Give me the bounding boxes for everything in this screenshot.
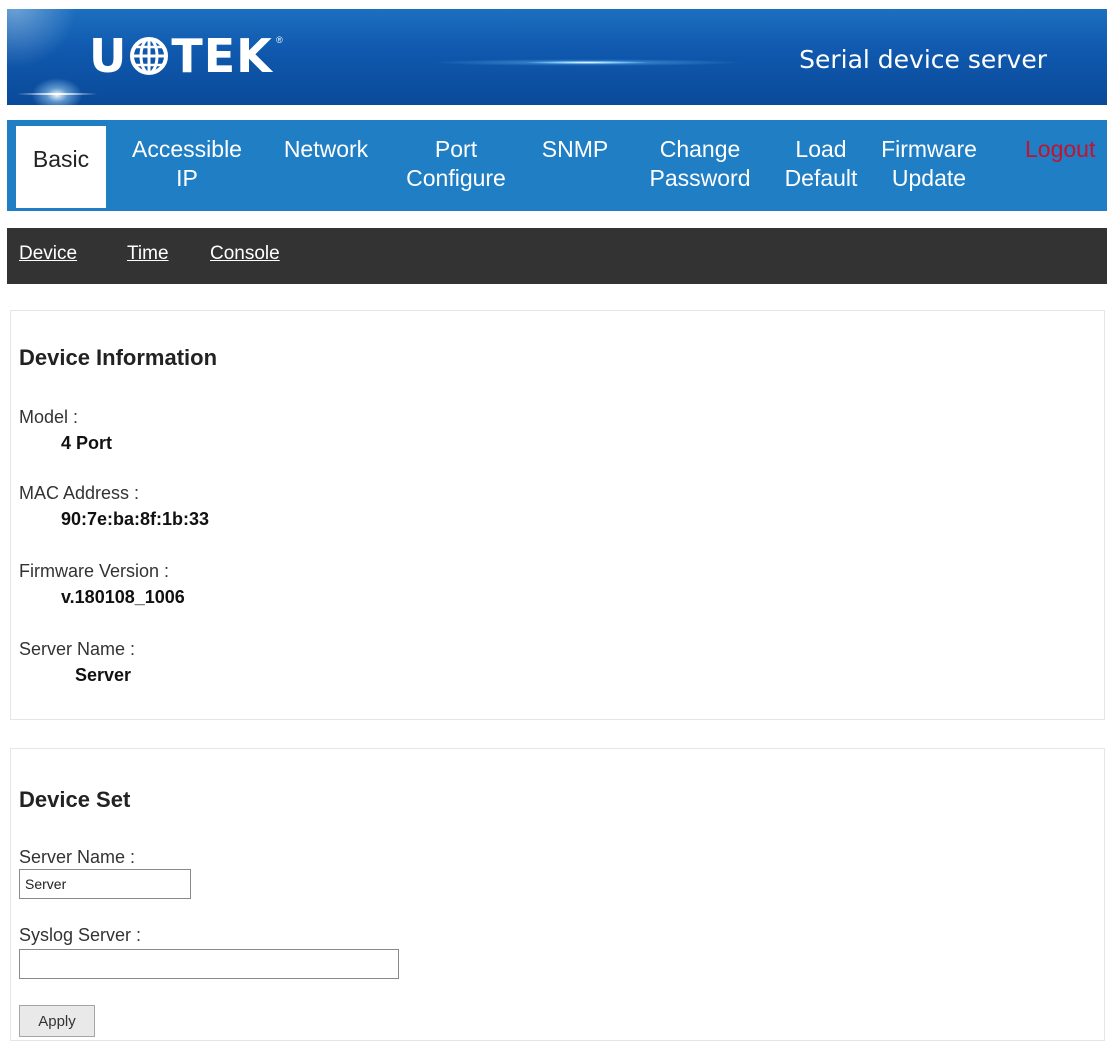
nav-network[interactable]: Network [275, 135, 377, 164]
nav-accessible-ip-line2: IP [176, 165, 198, 191]
banner-flare [27, 75, 87, 105]
model-value: 4 Port [61, 433, 113, 453]
banner-flare-line [17, 93, 97, 95]
nav-basic-label: Basic [32, 146, 90, 172]
nav-load-default-line1: Load [795, 136, 847, 162]
subnav-time[interactable]: Time [127, 243, 169, 265]
nav-accessible-ip[interactable]: Accessible IP [123, 135, 251, 193]
logo-text-left: U [89, 29, 128, 83]
nav-change-password-line1: Change [659, 136, 741, 162]
nav-firmware-update-line2: Update [891, 165, 967, 191]
nav-load-default-line2: Default [784, 165, 858, 191]
nav-firmware-update[interactable]: Firmware Update [875, 135, 983, 193]
nav-load-default[interactable]: Load Default [777, 135, 865, 193]
banner-glow [7, 9, 87, 79]
logo-text-right: TEK [171, 29, 273, 83]
syslog-server-label: Syslog Server : [19, 925, 142, 945]
firmware-version-value: v.180108_1006 [61, 587, 185, 607]
server-name-field-label: Server Name : [19, 847, 136, 867]
globe-icon [130, 37, 169, 75]
device-information-panel: Device Information Model : 4 Port MAC Ad… [10, 310, 1105, 720]
device-set-panel: Device Set Server Name : Syslog Server :… [10, 748, 1105, 1041]
nav-snmp[interactable]: SNMP [535, 135, 615, 164]
firmware-version-label: Firmware Version : [19, 561, 170, 581]
nav-change-password-line2: Password [649, 165, 751, 191]
brand-logo: U TEK ® [89, 29, 283, 83]
server-name-label: Server Name : [19, 639, 136, 659]
device-information-heading: Device Information [19, 345, 218, 370]
nav-logout[interactable]: Logout [1025, 135, 1107, 164]
device-set-heading: Device Set [19, 787, 131, 812]
server-name-value: Server [75, 665, 132, 685]
subnav-console[interactable]: Console [210, 243, 280, 265]
nav-change-password[interactable]: Change Password [644, 135, 756, 193]
nav-logout-label: Logout [1025, 136, 1096, 162]
banner-title: Serial device server [799, 45, 1047, 74]
subnav-device[interactable]: Device [19, 243, 77, 265]
nav-snmp-label: SNMP [541, 136, 609, 162]
main-nav: Basic Accessible IP Network Port Configu… [7, 120, 1107, 211]
mac-address-value: 90:7e:ba:8f:1b:33 [61, 509, 210, 529]
nav-accessible-ip-line1: Accessible [132, 136, 242, 162]
apply-button[interactable]: Apply [19, 1005, 95, 1037]
registered-mark: ® [276, 35, 283, 45]
model-label: Model : [19, 407, 79, 427]
nav-network-label: Network [283, 136, 369, 162]
syslog-server-input[interactable] [19, 949, 399, 979]
banner-light-streak-core [527, 61, 647, 64]
nav-firmware-update-line1: Firmware [881, 136, 977, 162]
mac-address-label: MAC Address : [19, 483, 140, 503]
nav-port-configure[interactable]: Port Configure [401, 135, 511, 193]
header-banner: U TEK ® Serial device server [7, 9, 1107, 105]
sub-nav: Device Time Console [7, 228, 1107, 284]
nav-port-configure-line2: Configure [406, 165, 506, 191]
server-name-input[interactable] [19, 869, 191, 899]
nav-basic[interactable]: Basic [12, 126, 106, 208]
nav-port-configure-line1: Port [434, 136, 478, 162]
